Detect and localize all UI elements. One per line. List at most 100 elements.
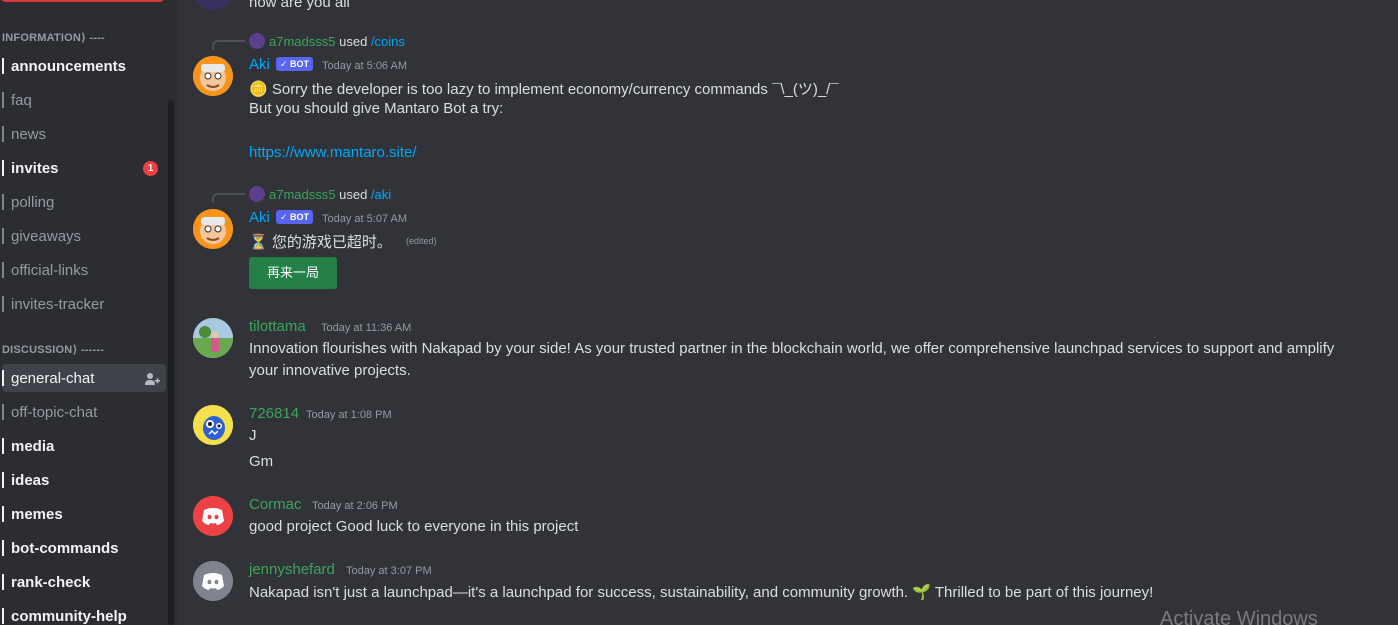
message-line: 🪙 Sorry the developer is too lazy to imp… [249, 81, 839, 98]
channel-label: media [11, 437, 55, 455]
726814-avatar[interactable] [193, 405, 233, 445]
channel-bar [2, 262, 4, 278]
channel-media[interactable]: media [2, 432, 166, 460]
channel-ideas[interactable]: ideas [2, 466, 166, 494]
message-link[interactable]: https://www.mantaro.site/ [249, 144, 417, 161]
play-again-button[interactable]: 再来一局 [249, 257, 337, 289]
channel-bar [2, 228, 4, 244]
channel-general-chat[interactable]: general-chat [2, 364, 166, 392]
channel-label: ideas [11, 471, 50, 489]
category-discussion[interactable]: DISCUSSION⟩ ------ [2, 343, 104, 356]
jennyshefard-avatar[interactable] [193, 561, 233, 601]
tilottama-avatar[interactable] [193, 318, 233, 358]
reply-connector [212, 193, 245, 203]
message-line: your innovative projects. [249, 362, 411, 379]
username-cormac[interactable]: Cormac [249, 496, 302, 513]
add-member-icon[interactable] [144, 371, 160, 387]
message-timestamp[interactable]: Today at 2:06 PM [312, 500, 398, 512]
channel-label: memes [11, 505, 63, 523]
reply-avatar[interactable] [249, 33, 265, 49]
unread-indicator [2, 472, 4, 488]
channel-sidebar: INFORMATION⟩ ---- announcements faq news… [0, 0, 177, 625]
channel-invites[interactable]: invites 1 [2, 154, 166, 182]
sidebar-scrollbar[interactable] [168, 100, 174, 625]
edited-label: (edited) [406, 236, 437, 246]
reply-connector [212, 40, 245, 50]
channel-label: invites [11, 159, 59, 177]
category-information[interactable]: INFORMATION⟩ ---- [2, 31, 105, 44]
cormac-avatar[interactable] [193, 496, 233, 536]
reply-preview[interactable]: a7madsss5 used /aki [269, 187, 391, 202]
aki-face-icon [193, 56, 233, 96]
reply-command[interactable]: /coins [371, 34, 405, 49]
username-aki[interactable]: Aki [249, 56, 270, 73]
message-timestamp[interactable]: Today at 1:08 PM [306, 409, 392, 421]
sidebar-top-button[interactable] [0, 0, 165, 2]
message-content: good project Good luck to everyone in th… [249, 518, 579, 535]
channel-bar [2, 126, 4, 142]
channel-invites-tracker[interactable]: invites-tracker [2, 290, 166, 318]
unread-indicator [2, 574, 4, 590]
blue-monster-icon [193, 405, 233, 445]
message-content: how are you all [249, 0, 350, 11]
username-aki[interactable]: Aki [249, 209, 270, 226]
aki-face-icon [193, 209, 233, 249]
message-timestamp[interactable]: Today at 3:07 PM [346, 565, 432, 577]
message-line: Innovation flourishes with Nakapad by yo… [249, 340, 1335, 357]
channel-label: news [11, 125, 47, 143]
channel-polling[interactable]: polling [2, 188, 166, 216]
channel-giveaways[interactable]: giveaways [2, 222, 166, 250]
channel-rank-check[interactable]: rank-check [2, 568, 166, 596]
channel-bar [2, 296, 4, 312]
channel-announcements[interactable]: announcements [2, 52, 166, 80]
unread-indicator [2, 608, 4, 624]
message-content: Nakapad isn't just a launchpad—it's a la… [249, 584, 1154, 601]
channel-bot-commands[interactable]: bot-commands [2, 534, 166, 562]
reply-username[interactable]: a7madsss5 [269, 187, 335, 202]
channel-label: off-topic-chat [11, 403, 98, 421]
reply-command[interactable]: /aki [371, 187, 391, 202]
unread-indicator [2, 540, 4, 556]
channel-official-links[interactable]: official-links [2, 256, 166, 284]
message-timestamp[interactable]: Today at 11:36 AM [321, 322, 411, 334]
channel-label: faq [11, 91, 32, 109]
unread-indicator [2, 160, 4, 176]
discord-logo-icon [193, 496, 233, 536]
reply-preview[interactable]: a7madsss5 used /coins [269, 34, 405, 49]
reply-used: used [339, 187, 368, 202]
user-avatar[interactable] [193, 0, 233, 10]
channel-bar [2, 404, 4, 420]
mention-badge: 1 [143, 161, 158, 176]
message-timestamp[interactable]: Today at 5:07 AM [322, 213, 407, 225]
username-726814[interactable]: 726814 [249, 405, 299, 422]
bot-tag: ✓ BOT [276, 210, 314, 224]
aki-avatar[interactable] [193, 56, 233, 96]
reply-avatar[interactable] [249, 186, 265, 202]
channel-bar [2, 92, 4, 108]
channel-label: bot-commands [11, 539, 119, 557]
bot-tag: ✓ BOT [276, 57, 314, 71]
channel-label: giveaways [11, 227, 82, 245]
landscape-photo-icon [193, 318, 233, 358]
unread-indicator [2, 506, 4, 522]
reply-username[interactable]: a7madsss5 [269, 34, 335, 49]
channel-memes[interactable]: memes [2, 500, 166, 528]
channel-news[interactable]: news [2, 120, 166, 148]
discord-logo-icon [193, 561, 233, 601]
channel-label: general-chat [11, 369, 95, 387]
username-tilottama[interactable]: tilottama [249, 318, 306, 335]
message-list: how are you all a7madsss5 used /coins Ak… [177, 0, 1398, 625]
message-timestamp[interactable]: Today at 5:06 AM [322, 60, 407, 72]
channel-label: invites-tracker [11, 295, 105, 313]
aki-avatar[interactable] [193, 209, 233, 249]
username-jennyshefard[interactable]: jennyshefard [249, 561, 335, 578]
channel-label: announcements [11, 57, 127, 75]
unread-indicator [2, 58, 4, 74]
message-line: But you should give Mantaro Bot a try: [249, 100, 504, 117]
channel-label: official-links [11, 261, 89, 279]
channel-community-help[interactable]: community-help [2, 602, 166, 625]
reply-used: used [339, 34, 368, 49]
channel-off-topic-chat[interactable]: off-topic-chat [2, 398, 166, 426]
message-line: Gm [249, 453, 274, 470]
channel-faq[interactable]: faq [2, 86, 166, 114]
